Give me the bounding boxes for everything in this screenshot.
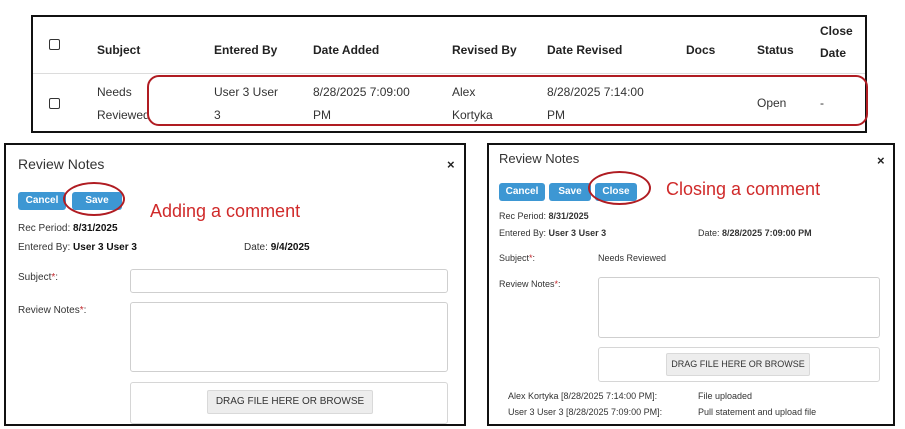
cell-subject-line1: Needs [97, 85, 132, 99]
entered-by-value: User 3 User 3 [73, 242, 137, 253]
close-comment-button[interactable]: Close [595, 183, 637, 201]
cell-date-revised: 8/28/2025 7:14:00 PM [547, 81, 644, 127]
browse-button[interactable]: DRAG FILE HERE OR BROWSE [207, 390, 373, 414]
entered-by: Entered By: User 3 User 3 [499, 228, 606, 238]
browse-button[interactable]: DRAG FILE HERE OR BROWSE [666, 353, 810, 376]
cell-entered-by-line1: User 3 User [214, 85, 279, 99]
col-subject[interactable]: Subject [97, 43, 140, 57]
rec-period-value: 8/31/2025 [548, 211, 589, 221]
entered-by: Entered By: User 3 User 3 [18, 242, 137, 253]
cell-status: Open [757, 96, 787, 110]
review-notes-table: Subject Entered By Date Added Revised By… [31, 15, 867, 133]
save-button[interactable]: Save [72, 192, 122, 210]
subject-input[interactable] [130, 269, 448, 293]
review-notes-label: Review Notes*: [18, 305, 86, 316]
rec-period-value: 8/31/2025 [73, 223, 118, 234]
date-label: Date: [698, 228, 720, 238]
row-checkbox[interactable] [49, 98, 60, 109]
rec-period-label: Rec Period: [499, 211, 547, 221]
subject-label-text: Subject [18, 272, 52, 283]
rec-period-label: Rec Period: [18, 223, 71, 234]
annotation-closing-comment: Closing a comment [666, 179, 821, 199]
entered-by-label: Entered By: [499, 228, 547, 238]
cancel-button[interactable]: Cancel [499, 183, 545, 201]
review-notes-label-text: Review Notes [499, 279, 555, 289]
label-colon: : [558, 279, 561, 289]
cell-revised-by-line1: Alex [452, 85, 476, 99]
cancel-button[interactable]: Cancel [18, 192, 66, 210]
cell-date-added: 8/28/2025 7:09:00 PM [313, 81, 410, 127]
col-docs[interactable]: Docs [686, 43, 715, 57]
history-author: User 3 User 3 [8/28/2025 7:09:00 PM]: [508, 407, 663, 417]
cell-date-revised-line2: PM [547, 108, 565, 122]
close-icon[interactable]: × [447, 158, 455, 171]
save-button[interactable]: Save [549, 183, 591, 201]
review-notes-textarea[interactable] [598, 277, 880, 338]
review-notes-label: Review Notes*: [499, 279, 561, 289]
date-value: 8/28/2025 7:09:00 PM [722, 228, 812, 238]
entered-by-value: User 3 User 3 [548, 228, 607, 238]
col-close-date[interactable]: Close Date [820, 20, 853, 64]
cell-date-revised-line1: 8/28/2025 7:14:00 [547, 85, 644, 99]
close-icon[interactable]: × [877, 154, 885, 167]
review-notes-textarea[interactable] [130, 302, 448, 372]
cell-entered-by-line2: 3 [214, 108, 221, 122]
select-all-checkbox[interactable] [49, 39, 60, 50]
file-dropzone[interactable]: DRAG FILE HERE OR BROWSE [598, 347, 880, 382]
col-revised-by[interactable]: Revised By [452, 43, 517, 57]
file-dropzone[interactable]: DRAG FILE HERE OR BROWSE [130, 382, 448, 424]
cell-entered-by: User 3 User 3 [214, 81, 278, 127]
cell-subject-line2: Reviewed [97, 108, 150, 122]
col-close-date-line1: Close [820, 24, 853, 38]
subject-label-text: Subject [499, 253, 530, 263]
annotation-adding-comment: Adding a comment [150, 201, 301, 221]
subject-value: Needs Reviewed [598, 253, 667, 263]
cell-close-date: - [820, 96, 824, 110]
cell-subject: Needs Reviewed [97, 81, 150, 127]
col-date-added[interactable]: Date Added [313, 43, 379, 57]
subject-label: Subject*: [18, 272, 58, 283]
entered-by-label: Entered By: [18, 242, 71, 253]
entry-date: Date: 8/28/2025 7:09:00 PM [698, 228, 812, 238]
label-colon: : [532, 253, 536, 263]
cell-date-added-line1: 8/28/2025 7:09:00 [313, 85, 410, 99]
entry-date: Date: 9/4/2025 [244, 242, 310, 253]
subject-label: Subject*: [499, 253, 535, 263]
rec-period: Rec Period: 8/31/2025 [18, 223, 118, 234]
col-status[interactable]: Status [757, 43, 794, 57]
history-text: File uploaded [698, 391, 753, 401]
label-colon: : [55, 272, 59, 283]
history-text: Pull statement and upload file [698, 407, 817, 417]
modal-title: Review Notes [499, 151, 580, 166]
review-notes-label-text: Review Notes [18, 305, 80, 316]
table-row[interactable] [33, 74, 865, 131]
cell-revised-by-line2: Kortyka [452, 108, 493, 122]
date-value: 9/4/2025 [270, 242, 310, 253]
rec-period: Rec Period: 8/31/2025 [499, 211, 589, 221]
col-date-revised[interactable]: Date Revised [547, 43, 622, 57]
label-colon: : [83, 305, 87, 316]
history-author: Alex Kortyka [8/28/2025 7:14:00 PM]: [508, 391, 658, 401]
date-label: Date: [244, 242, 268, 253]
review-notes-modal-add: Review Notes × Cancel Save Rec Period: 8… [4, 143, 466, 426]
col-close-date-line2: Date [820, 46, 847, 60]
cell-revised-by: Alex Kortyka [452, 81, 493, 127]
col-entered-by[interactable]: Entered By [214, 43, 277, 57]
modal-title: Review Notes [18, 156, 105, 172]
cell-date-added-line2: PM [313, 108, 331, 122]
